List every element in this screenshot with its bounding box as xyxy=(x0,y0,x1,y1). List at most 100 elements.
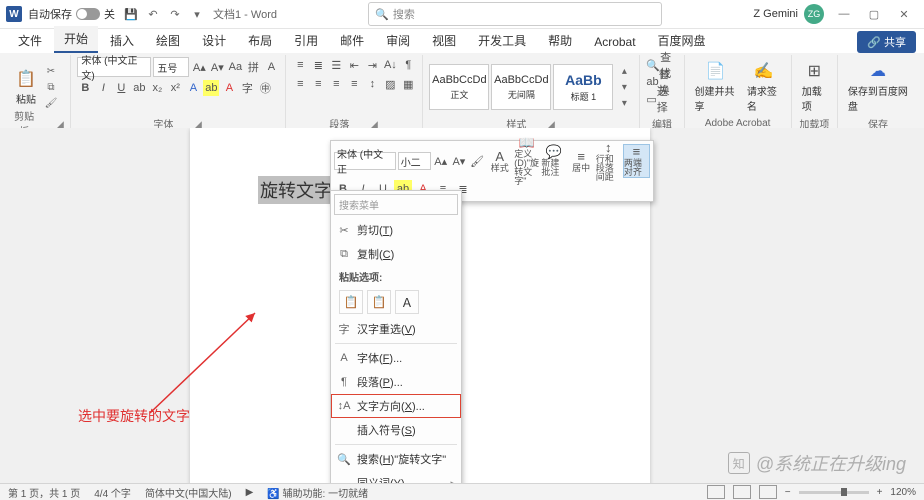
paste-button[interactable]: 📋粘贴 xyxy=(12,67,40,108)
copy-button[interactable]: ⧉ xyxy=(42,80,60,94)
styles-down-icon[interactable]: ▾ xyxy=(615,80,633,94)
minimize-button[interactable]: — xyxy=(830,4,858,24)
zoom-out-button[interactable]: − xyxy=(785,487,791,498)
show-marks-button[interactable]: ¶ xyxy=(400,57,416,73)
context-search-input[interactable]: 搜索菜单 xyxy=(334,194,458,215)
cm-cut[interactable]: ✂剪切(T) xyxy=(331,218,461,242)
sort-button[interactable]: A↓ xyxy=(382,57,398,73)
tab-references[interactable]: 引用 xyxy=(284,28,328,53)
tab-developer[interactable]: 开发工具 xyxy=(468,28,536,53)
tab-design[interactable]: 设计 xyxy=(192,28,236,53)
char-shading-button[interactable]: 字 xyxy=(239,80,255,96)
tab-draw[interactable]: 绘图 xyxy=(146,28,190,53)
status-page[interactable]: 第 1 页，共 1 页 xyxy=(8,485,80,500)
cm-reconvert[interactable]: 字汉字重选(V) xyxy=(331,317,461,341)
tab-file[interactable]: 文件 xyxy=(8,28,52,53)
undo-icon[interactable]: ↶ xyxy=(145,6,161,22)
maximize-button[interactable]: ▢ xyxy=(860,4,888,24)
bold-button[interactable]: B xyxy=(77,80,93,96)
close-button[interactable]: ✕ xyxy=(890,4,918,24)
styles-more-icon[interactable]: ▾ xyxy=(615,96,633,110)
cm-copy[interactable]: ⧉复制(C) xyxy=(331,242,461,266)
font-size-select[interactable]: 五号 xyxy=(153,57,189,77)
align-center-button[interactable]: ≡ xyxy=(310,76,326,92)
tab-mailings[interactable]: 邮件 xyxy=(330,28,374,53)
grow-font-button[interactable]: A▴ xyxy=(191,59,207,75)
mini-new-comment-button[interactable]: 💬新建批注 xyxy=(541,145,566,177)
tab-acrobat[interactable]: Acrobat xyxy=(584,31,645,53)
status-macro-icon[interactable]: ▶ xyxy=(246,487,254,498)
cm-font[interactable]: A字体(F)... xyxy=(331,346,461,370)
justify-button[interactable]: ≡ xyxy=(346,76,362,92)
shading-button[interactable]: ▨ xyxy=(382,76,398,92)
status-words[interactable]: 4/4 个字 xyxy=(94,485,131,500)
mini-font-size[interactable]: 小二 xyxy=(398,152,431,170)
tab-review[interactable]: 审阅 xyxy=(376,28,420,53)
redo-icon[interactable]: ↷ xyxy=(167,6,183,22)
mini-styles-button[interactable]: A样式 xyxy=(487,145,512,177)
mini-spacing-button[interactable]: ↕行和段落间距 xyxy=(596,145,621,177)
line-spacing-button[interactable]: ↕ xyxy=(364,76,380,92)
subscript-button[interactable]: x₂ xyxy=(149,80,165,96)
text-effects-button[interactable]: A xyxy=(185,80,201,96)
acrobat-sign-button[interactable]: ✍请求签名 xyxy=(743,59,785,115)
zoom-slider[interactable] xyxy=(799,491,869,494)
paste-merge[interactable]: 📋 xyxy=(367,290,391,314)
style-heading1[interactable]: AaBb标题 1 xyxy=(553,64,613,110)
mini-justify-button[interactable]: ≡两端对齐 xyxy=(623,144,650,178)
style-normal[interactable]: AaBbCcDd正文 xyxy=(429,64,489,110)
numbering-button[interactable]: ≣ xyxy=(310,57,326,73)
share-button[interactable]: 🔗 共享 xyxy=(857,31,916,53)
mini-shrink-font[interactable]: A▾ xyxy=(451,152,467,170)
bullets-button[interactable]: ≡ xyxy=(292,57,308,73)
mini-grow-font[interactable]: A▴ xyxy=(433,152,449,170)
multilevel-button[interactable]: ☰ xyxy=(328,57,344,73)
indent-increase-button[interactable]: ⇥ xyxy=(364,57,380,73)
autosave-toggle[interactable]: 自动保存 关 xyxy=(28,6,115,22)
addins-button[interactable]: ⊞加载项 xyxy=(798,59,831,115)
acrobat-create-button[interactable]: 📄创建并共享 xyxy=(691,59,741,115)
phonetic-button[interactable]: 拼 xyxy=(245,59,261,75)
mini-font-name[interactable]: 宋体 (中文正 xyxy=(334,152,396,170)
change-case-button[interactable]: Aa xyxy=(227,59,243,75)
view-web-layout[interactable] xyxy=(759,485,777,499)
enclose-char-button[interactable]: ㊥ xyxy=(257,80,273,96)
search-input[interactable]: 🔍 搜索 xyxy=(368,2,662,26)
status-accessibility[interactable]: ♿ 辅助功能: 一切就绪 xyxy=(267,485,368,500)
align-right-button[interactable]: ≡ xyxy=(328,76,344,92)
tab-home[interactable]: 开始 xyxy=(54,26,98,53)
cm-search[interactable]: 🔍搜索(H)"旋转文字" xyxy=(331,447,461,471)
styles-up-icon[interactable]: ▴ xyxy=(615,64,633,78)
user-account[interactable]: Z Gemini ZG xyxy=(753,4,824,24)
highlight-button[interactable]: ab xyxy=(203,80,219,96)
zoom-percent[interactable]: 120% xyxy=(890,487,916,498)
zoom-in-button[interactable]: + xyxy=(877,487,883,498)
tab-insert[interactable]: 插入 xyxy=(100,28,144,53)
cm-paragraph[interactable]: ¶段落(P)... xyxy=(331,370,461,394)
selected-text[interactable]: 旋转文字 xyxy=(258,176,334,204)
qat-dropdown-icon[interactable]: ▾ xyxy=(189,6,205,22)
status-language[interactable]: 简体中文(中国大陆) xyxy=(145,485,232,500)
baidu-save-button[interactable]: ☁保存到百度网盘 xyxy=(844,59,912,115)
tab-view[interactable]: 视图 xyxy=(422,28,466,53)
mini-center-button[interactable]: ≡居中 xyxy=(569,145,594,177)
tab-layout[interactable]: 布局 xyxy=(238,28,282,53)
superscript-button[interactable]: x² xyxy=(167,80,183,96)
shrink-font-button[interactable]: A▾ xyxy=(209,59,225,75)
char-border-button[interactable]: A xyxy=(263,59,279,75)
save-icon[interactable]: 💾 xyxy=(123,6,139,22)
paste-keep-source[interactable]: 📋 xyxy=(339,290,363,314)
font-color-button[interactable]: A xyxy=(221,80,237,96)
tab-baidu[interactable]: 百度网盘 xyxy=(648,28,716,53)
cm-text-direction[interactable]: ↕A文字方向(X)... xyxy=(331,394,461,418)
underline-button[interactable]: U xyxy=(113,80,129,96)
cut-button[interactable]: ✂ xyxy=(42,64,60,78)
indent-decrease-button[interactable]: ⇤ xyxy=(346,57,362,73)
align-left-button[interactable]: ≡ xyxy=(292,76,308,92)
format-painter-button[interactable]: 🖌 xyxy=(42,96,60,110)
italic-button[interactable]: I xyxy=(95,80,111,96)
style-nospace[interactable]: AaBbCcDd无间隔 xyxy=(491,64,551,110)
view-print-layout[interactable] xyxy=(733,485,751,499)
paste-text-only[interactable]: Ａ xyxy=(395,290,419,314)
tab-help[interactable]: 帮助 xyxy=(538,28,582,53)
